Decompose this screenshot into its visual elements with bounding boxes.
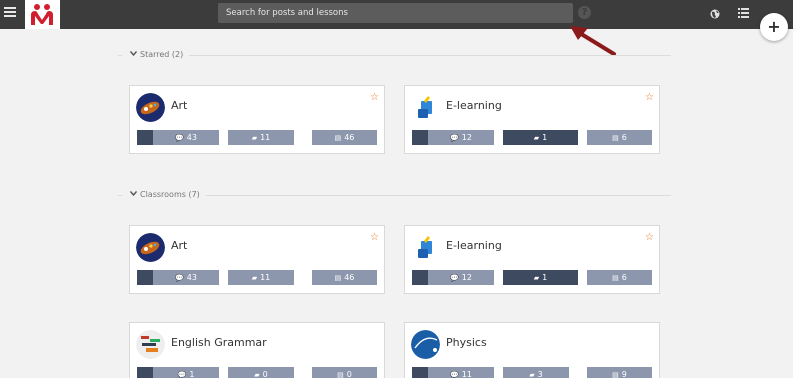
- book-icon: ▰: [251, 274, 258, 282]
- stat-indicator: [137, 270, 153, 285]
- card-title[interactable]: English Grammar: [171, 336, 267, 349]
- card-stats: 💬 1 ▰ 0 ▤ 0: [137, 367, 377, 378]
- files-stat[interactable]: ▤ 46: [312, 270, 377, 285]
- app-logo[interactable]: [25, 0, 60, 29]
- star-icon[interactable]: ☆: [645, 232, 654, 243]
- stat-indicator: [412, 367, 428, 378]
- comment-icon: 💬: [450, 274, 459, 282]
- star-icon[interactable]: ☆: [645, 92, 654, 103]
- lessons-stat[interactable]: ▰ 1: [503, 130, 578, 145]
- document-icon: ▤: [612, 371, 619, 378]
- divider: [118, 55, 671, 56]
- card-title[interactable]: E-learning: [446, 239, 502, 252]
- stat-indicator: [137, 130, 153, 145]
- card-title[interactable]: E-learning: [446, 99, 502, 112]
- section-classrooms[interactable]: Classrooms (7): [118, 188, 671, 201]
- document-icon: ▤: [334, 274, 342, 282]
- posts-stat[interactable]: 💬 12: [428, 130, 494, 145]
- files-stat[interactable]: ▤ 6: [587, 270, 652, 285]
- classroom-card-elearning[interactable]: E-learning ☆ 💬 12 ▰ 1 ▤ 6: [404, 85, 660, 154]
- book-icon: ▰: [533, 274, 540, 282]
- stat-indicator: [412, 270, 428, 285]
- physics-avatar: [411, 330, 440, 359]
- elearning-avatar: [411, 93, 440, 122]
- globe-icon[interactable]: [710, 9, 720, 19]
- grammar-avatar: [136, 330, 165, 359]
- card-stats: 💬 11 ▰ 3 ▤ 9: [412, 367, 652, 378]
- section-starred[interactable]: Starred (2): [118, 48, 671, 61]
- book-icon: ▰: [533, 134, 540, 142]
- stat-indicator: [137, 367, 153, 378]
- chevron-down-icon: [130, 51, 137, 56]
- comment-icon: 💬: [450, 371, 459, 378]
- document-icon: ▤: [612, 134, 619, 142]
- elearning-avatar: [411, 233, 440, 262]
- lessons-stat[interactable]: ▰ 11: [228, 130, 294, 145]
- list-icon[interactable]: [738, 8, 749, 18]
- section-label[interactable]: Classrooms (7): [122, 188, 206, 201]
- help-icon[interactable]: ?: [578, 6, 591, 19]
- top-bar: ?: [0, 0, 793, 29]
- document-icon: ▤: [612, 274, 619, 282]
- lessons-stat[interactable]: ▰ 3: [503, 367, 569, 378]
- card-title[interactable]: Art: [171, 99, 187, 112]
- add-button[interactable]: +: [760, 13, 788, 41]
- files-stat[interactable]: ▤ 6: [587, 130, 652, 145]
- posts-stat[interactable]: 💬 1: [153, 367, 219, 378]
- comment-icon: 💬: [450, 134, 459, 142]
- classroom-card-art[interactable]: Art ☆ 💬 43 ▰ 11 ▤ 46: [129, 85, 385, 154]
- lessons-stat[interactable]: ▰ 11: [228, 270, 294, 285]
- comment-icon: 💬: [177, 371, 187, 378]
- chevron-down-icon: [130, 191, 137, 196]
- stat-indicator: [412, 130, 428, 145]
- comment-icon: 💬: [175, 134, 184, 142]
- document-icon: ▤: [334, 134, 342, 142]
- files-stat[interactable]: ▤ 46: [312, 130, 377, 145]
- classroom-card-art[interactable]: Art ☆ 💬 43 ▰ 11 ▤ 46: [129, 225, 385, 294]
- files-stat[interactable]: ▤ 9: [587, 367, 652, 378]
- document-icon: ▤: [337, 371, 344, 378]
- section-label[interactable]: Starred (2): [122, 48, 190, 61]
- card-title[interactable]: Physics: [446, 336, 487, 349]
- files-stat[interactable]: ▤ 0: [312, 367, 377, 378]
- star-icon[interactable]: ☆: [370, 232, 379, 243]
- classroom-card-elearning[interactable]: E-learning ☆ 💬 12 ▰ 1 ▤ 6: [404, 225, 660, 294]
- posts-stat[interactable]: 💬 43: [153, 270, 219, 285]
- card-stats: 💬 43 ▰ 11 ▤ 46: [137, 130, 377, 145]
- comment-icon: 💬: [175, 274, 184, 282]
- hamburger-icon[interactable]: [4, 7, 16, 21]
- card-stats: 💬 12 ▰ 1 ▤ 6: [412, 270, 652, 285]
- classroom-card-physics[interactable]: Physics 💬 11 ▰ 3 ▤ 9: [404, 322, 660, 378]
- posts-stat[interactable]: 💬 11: [428, 367, 494, 378]
- posts-stat[interactable]: 💬 43: [153, 130, 219, 145]
- card-stats: 💬 12 ▰ 1 ▤ 6: [412, 130, 652, 145]
- card-title[interactable]: Art: [171, 239, 187, 252]
- art-avatar: [136, 233, 165, 262]
- posts-stat[interactable]: 💬 12: [428, 270, 494, 285]
- card-stats: 💬 43 ▰ 11 ▤ 46: [137, 270, 377, 285]
- search-input[interactable]: [218, 3, 573, 23]
- book-icon: ▰: [529, 371, 535, 378]
- star-icon[interactable]: ☆: [370, 92, 379, 103]
- lessons-stat[interactable]: ▰ 1: [503, 270, 578, 285]
- lessons-stat[interactable]: ▰ 0: [228, 367, 294, 378]
- art-avatar: [136, 93, 165, 122]
- book-icon: ▰: [251, 134, 258, 142]
- book-icon: ▰: [254, 371, 260, 378]
- classroom-card-english-grammar[interactable]: English Grammar 💬 1 ▰ 0 ▤ 0: [129, 322, 385, 378]
